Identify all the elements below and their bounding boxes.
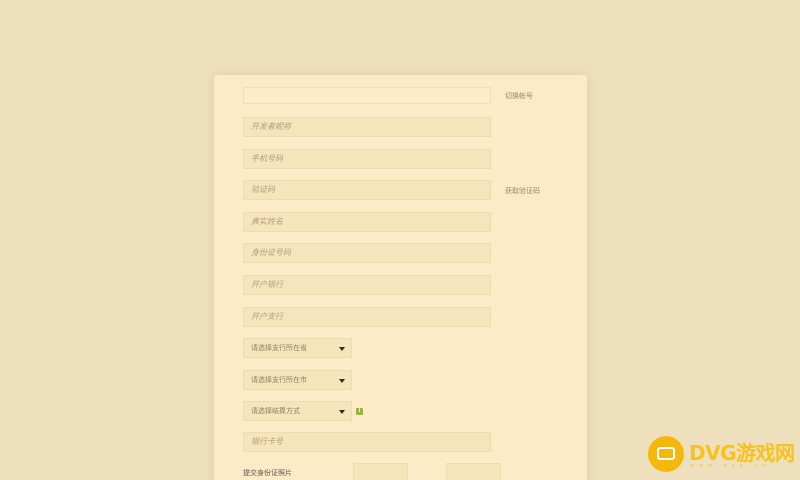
- id-number-input[interactable]: 身份证号码: [243, 243, 491, 263]
- settlement-select[interactable]: 请选择结算方式: [243, 401, 352, 421]
- settlement-select-value: 请选择结算方式: [251, 407, 300, 415]
- province-select[interactable]: 请选择支行所在省: [243, 338, 352, 358]
- real-name-input[interactable]: 真实姓名: [243, 212, 491, 232]
- chevron-down-icon: [339, 379, 345, 383]
- watermark-brand: DVG游戏网: [689, 441, 795, 465]
- id-front-upload[interactable]: [353, 463, 408, 480]
- watermark-url: www.dvg.cn: [690, 463, 771, 469]
- get-code-button[interactable]: 获取验证码: [505, 186, 540, 196]
- province-select-value: 请选择支行所在省: [251, 344, 307, 352]
- upload-id-label: 提交身份证照片: [243, 469, 292, 477]
- help-icon[interactable]: i: [356, 408, 363, 415]
- chevron-down-icon: [339, 410, 345, 414]
- bank-card-input[interactable]: 银行卡号: [243, 432, 491, 452]
- bank-input[interactable]: 开户银行: [243, 275, 491, 295]
- id-back-upload[interactable]: [446, 463, 501, 480]
- account-field[interactable]: [243, 87, 491, 104]
- city-select-value: 请选择支行所在市: [251, 376, 307, 384]
- watermark-logo: DVG游戏网 www.dvg.cn: [648, 436, 796, 474]
- registration-form: 切换帐号 开发者昵称 手机号码 验证码 获取验证码 真实姓名 身份证号码 开户银…: [214, 75, 587, 480]
- branch-input[interactable]: 开户支行: [243, 307, 491, 327]
- city-select[interactable]: 请选择支行所在市: [243, 370, 352, 390]
- gamepad-icon: [648, 436, 684, 472]
- phone-number-input[interactable]: 手机号码: [243, 149, 491, 169]
- chevron-down-icon: [339, 347, 345, 351]
- switch-account-link[interactable]: 切换帐号: [505, 91, 533, 101]
- verification-code-input[interactable]: 验证码: [243, 180, 491, 200]
- developer-nickname-input[interactable]: 开发者昵称: [243, 117, 491, 137]
